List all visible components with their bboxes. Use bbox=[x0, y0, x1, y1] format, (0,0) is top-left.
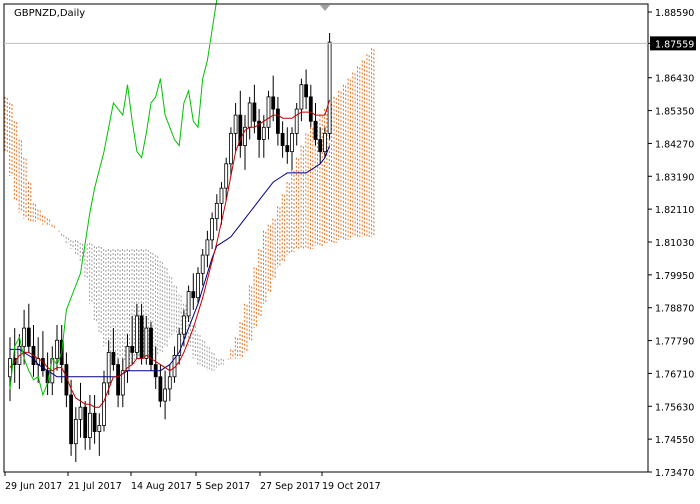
candle-body bbox=[167, 376, 172, 390]
plot-border bbox=[3, 3, 649, 473]
candle-body bbox=[97, 425, 102, 432]
current-price-tag: 1.87559 bbox=[650, 36, 696, 51]
chart-shift-marker-icon[interactable] bbox=[320, 5, 330, 11]
candle-body bbox=[78, 406, 83, 420]
candle-body bbox=[163, 388, 168, 402]
candle-body bbox=[247, 102, 252, 128]
y-tick-label: 1.73470 bbox=[655, 468, 694, 479]
y-tick-label: 1.84270 bbox=[655, 139, 694, 150]
candle-body bbox=[266, 96, 271, 128]
chart-window[interactable]: 1.88590 1.86430 1.85350 1.84270 1.83190 1.821… bbox=[0, 0, 700, 500]
x-tick-label: 14 Aug 2017 bbox=[131, 481, 192, 492]
candle-body bbox=[83, 406, 88, 439]
candle-body bbox=[73, 418, 78, 445]
candle-body bbox=[280, 132, 285, 146]
ichimoku-chart[interactable]: 1.88590 1.86430 1.85350 1.84270 1.83190 1.821… bbox=[0, 0, 700, 500]
candle-body bbox=[139, 315, 144, 359]
candle-body bbox=[106, 352, 111, 384]
y-tick-label: 1.79950 bbox=[655, 271, 694, 282]
y-tick-label: 1.75630 bbox=[655, 402, 694, 413]
candle-body bbox=[322, 132, 327, 153]
candle-body bbox=[308, 96, 313, 122]
price-axis[interactable]: 1.88590 1.86430 1.85350 1.84270 1.83190 1.821… bbox=[648, 8, 694, 479]
y-tick-label: 1.86430 bbox=[655, 74, 694, 85]
y-tick-label: 1.77790 bbox=[655, 337, 694, 348]
candle-body bbox=[55, 339, 59, 359]
candle-body bbox=[210, 218, 215, 241]
candle-body bbox=[26, 327, 31, 347]
candle-body bbox=[205, 239, 210, 256]
chart-frame bbox=[3, 3, 649, 473]
candle-body bbox=[252, 102, 257, 122]
candle-body bbox=[299, 84, 304, 110]
candle-body bbox=[181, 315, 186, 335]
symbol-label: GBPNZD,Daily bbox=[14, 8, 85, 19]
candle-body bbox=[290, 132, 294, 153]
candle-body bbox=[130, 345, 135, 353]
candle-body bbox=[22, 327, 27, 347]
candle-body bbox=[116, 364, 120, 396]
x-tick-label: 27 Sep 2017 bbox=[260, 481, 320, 492]
x-tick-label: 21 Jul 2017 bbox=[68, 481, 122, 492]
y-tick-label: 1.85350 bbox=[655, 107, 694, 118]
y-tick-label: 1.74550 bbox=[655, 435, 694, 446]
candle-body bbox=[111, 352, 116, 366]
y-tick-label: 1.82110 bbox=[655, 205, 694, 216]
candle-body bbox=[196, 272, 200, 299]
candle-body bbox=[294, 108, 299, 134]
candle-body bbox=[313, 120, 318, 140]
candle-body bbox=[219, 187, 224, 204]
candle-body bbox=[214, 202, 219, 219]
candle-body bbox=[304, 84, 309, 98]
candle-body bbox=[224, 163, 229, 189]
price-tag-value: 1.87559 bbox=[655, 39, 694, 50]
y-tick-label: 1.76710 bbox=[655, 369, 694, 380]
candle-body bbox=[158, 376, 163, 402]
y-tick-label: 1.78870 bbox=[655, 304, 694, 315]
candle-body bbox=[233, 114, 238, 134]
candle-body bbox=[271, 96, 276, 110]
y-tick-label: 1.88590 bbox=[655, 8, 694, 19]
candle-body bbox=[144, 327, 149, 359]
candle-body bbox=[102, 382, 106, 426]
candle-body bbox=[191, 291, 196, 299]
candle-body bbox=[8, 358, 12, 378]
candle-body bbox=[186, 291, 191, 317]
candle-body bbox=[88, 412, 92, 439]
y-tick-label: 1.81030 bbox=[655, 238, 694, 249]
candle-body bbox=[318, 139, 323, 153]
x-tick-label: 19 Oct 2017 bbox=[322, 481, 381, 492]
candle-body bbox=[261, 126, 266, 140]
candle-body bbox=[327, 41, 332, 134]
y-tick-label: 1.83190 bbox=[655, 172, 694, 183]
time-axis[interactable]: 29 Jun 2017 21 Jul 2017 14 Aug 2017 5 Sep 2… bbox=[4, 472, 381, 492]
candle-body bbox=[285, 145, 290, 153]
candle-body bbox=[69, 394, 73, 445]
x-tick-label: 5 Sep 2017 bbox=[196, 481, 250, 492]
candle-body bbox=[134, 315, 139, 353]
candle-body bbox=[228, 132, 233, 165]
candle-body bbox=[92, 412, 97, 432]
x-tick-label: 29 Jun 2017 bbox=[5, 481, 62, 492]
candle-body bbox=[200, 254, 205, 274]
candle-body bbox=[275, 108, 280, 134]
